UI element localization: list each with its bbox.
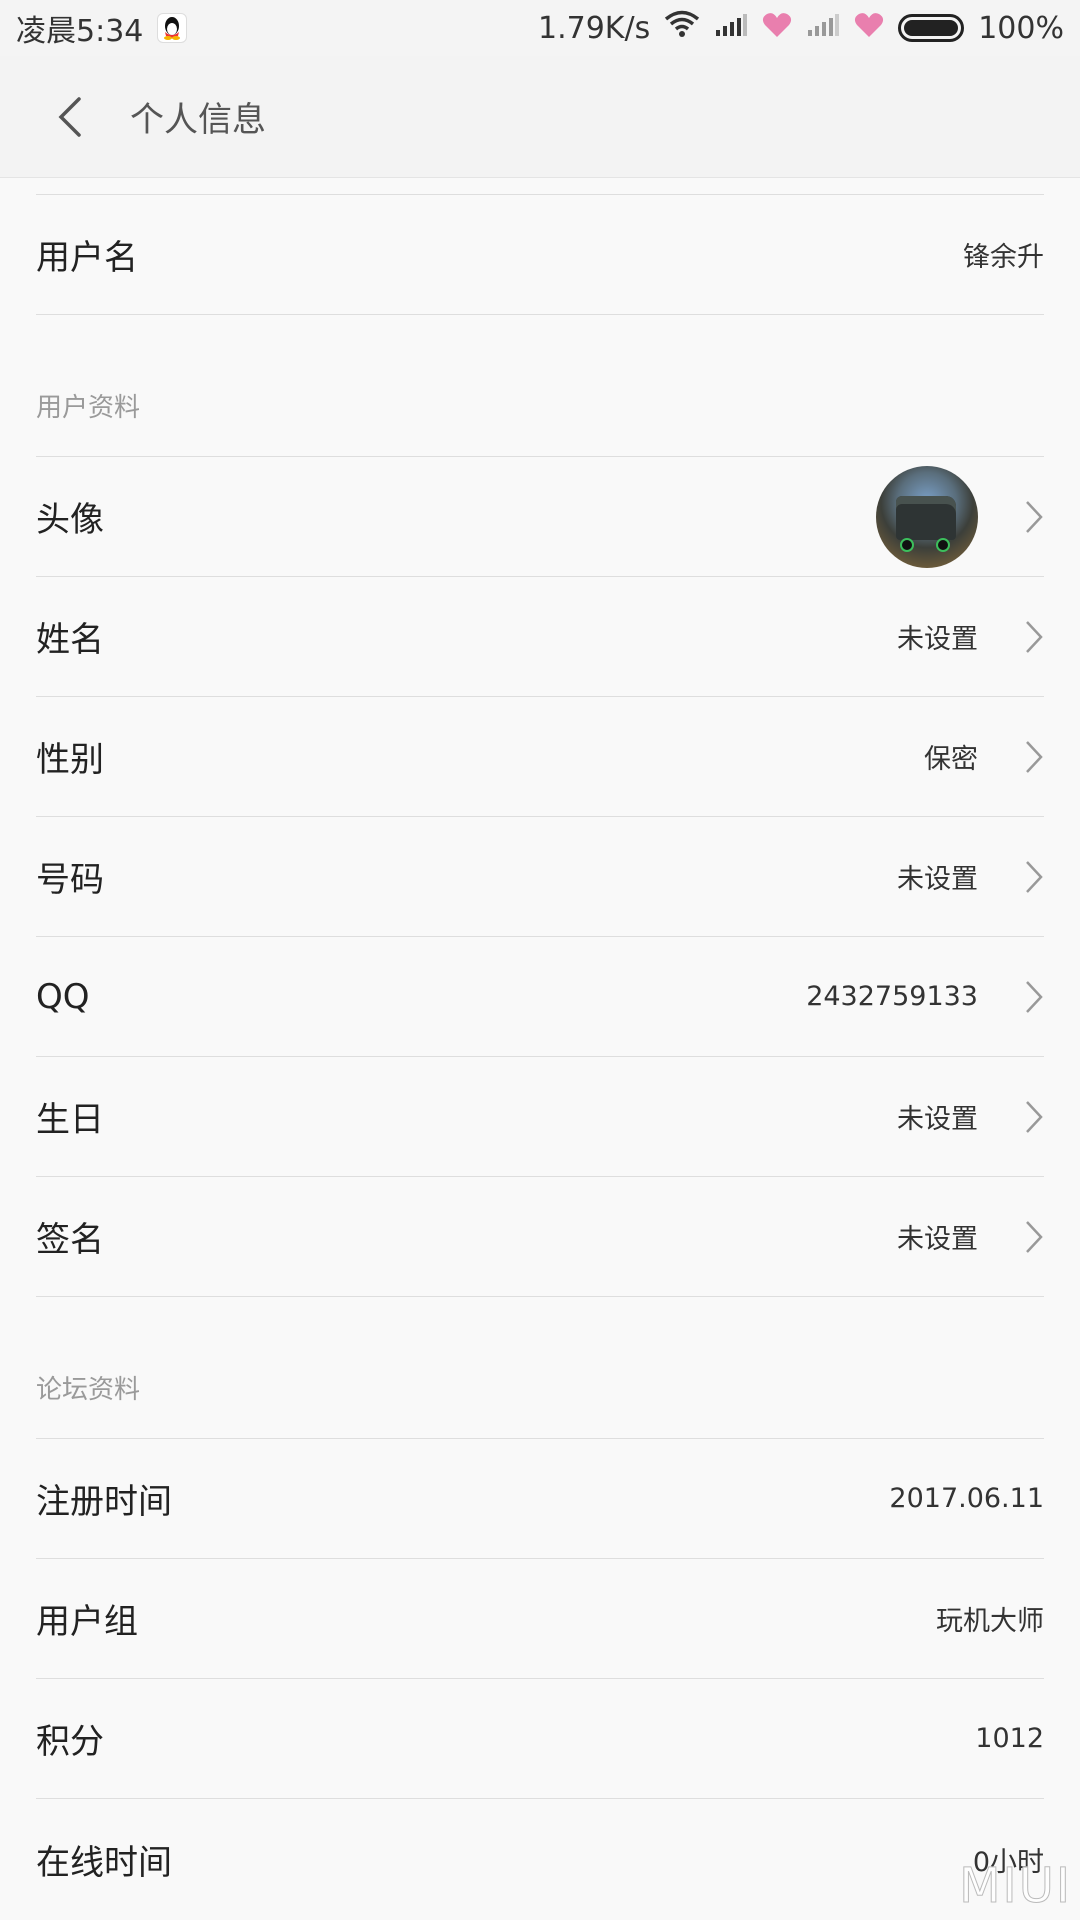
signature-label: 签名	[36, 1220, 104, 1260]
birthday-row[interactable]: 生日 未设置	[36, 1057, 1044, 1177]
qq-notification-icon	[157, 13, 188, 43]
profile-content: 用户名 锋余升 用户资料 头像 姓名 未设置 性别 保密 号码 未设置 QQ 2…	[0, 178, 1080, 1919]
points-value: 1012	[975, 1723, 1044, 1754]
avatar-value	[876, 465, 978, 568]
phone-label: 号码	[36, 860, 104, 900]
chevron-right-icon	[1004, 1207, 1044, 1267]
qq-value: 2432759133	[806, 981, 978, 1012]
chevron-right-icon	[1004, 1087, 1044, 1147]
gender-label: 性别	[36, 740, 104, 780]
miui-watermark: MIUI	[959, 1858, 1072, 1915]
gender-value: 保密	[924, 744, 978, 775]
gender-row[interactable]: 性别 保密	[36, 697, 1044, 817]
chevron-right-icon	[1004, 487, 1044, 547]
chevron-right-icon	[1004, 847, 1044, 907]
username-value: 锋余升	[963, 242, 1044, 273]
title-bar: 个人信息	[0, 56, 1080, 178]
status-bar: 凌晨5:34 1.79K/s 100%	[0, 0, 1080, 56]
online-time-row: 在线时间 0小时	[36, 1799, 1044, 1919]
signal-icon-sim2	[806, 11, 840, 46]
online-time-label: 在线时间	[36, 1842, 172, 1883]
phone-value: 未设置	[897, 864, 978, 895]
avatar	[876, 465, 978, 568]
avatar-label: 头像	[36, 500, 104, 540]
user-group-label: 用户组	[36, 1602, 138, 1642]
qq-row[interactable]: QQ 2432759133	[36, 937, 1044, 1057]
signature-row[interactable]: 签名 未设置	[36, 1177, 1044, 1297]
signal-icon-sim1	[714, 11, 748, 46]
username-row: 用户名 锋余升	[36, 195, 1044, 315]
user-group-value: 玩机大师	[936, 1606, 1044, 1637]
heart-icon	[854, 11, 884, 46]
points-row: 积分 1012	[36, 1679, 1044, 1799]
battery-icon	[898, 14, 965, 42]
chevron-left-icon	[58, 96, 81, 137]
signature-value: 未设置	[897, 1224, 978, 1255]
phone-row[interactable]: 号码 未设置	[36, 817, 1044, 937]
network-speed: 1.79K/s	[538, 10, 651, 46]
user-group-row: 用户组 玩机大师	[36, 1559, 1044, 1679]
avatar-row[interactable]: 头像	[36, 457, 1044, 577]
birthday-label: 生日	[36, 1100, 104, 1140]
heart-icon	[762, 11, 792, 46]
name-value: 未设置	[897, 624, 978, 655]
chevron-right-icon	[1004, 967, 1044, 1027]
section-header-user-profile: 用户资料	[36, 315, 1044, 457]
battery-percent: 100%	[978, 10, 1064, 46]
section-header-forum-profile: 论坛资料	[36, 1297, 1044, 1439]
qq-label: QQ	[36, 976, 90, 1017]
register-time-row: 注册时间 2017.06.11	[36, 1439, 1044, 1559]
back-button[interactable]	[20, 67, 120, 167]
chevron-right-icon	[1004, 607, 1044, 667]
name-label: 姓名	[36, 620, 104, 660]
page-title: 个人信息	[130, 100, 266, 140]
chevron-right-icon	[1004, 727, 1044, 787]
register-time-value: 2017.06.11	[889, 1483, 1044, 1514]
status-time: 凌晨5:34	[16, 14, 144, 49]
name-row[interactable]: 姓名 未设置	[36, 577, 1044, 697]
register-time-label: 注册时间	[36, 1482, 172, 1522]
username-label: 用户名	[36, 238, 138, 278]
birthday-value: 未设置	[897, 1104, 978, 1135]
points-label: 积分	[36, 1722, 104, 1762]
wifi-icon	[664, 10, 700, 46]
